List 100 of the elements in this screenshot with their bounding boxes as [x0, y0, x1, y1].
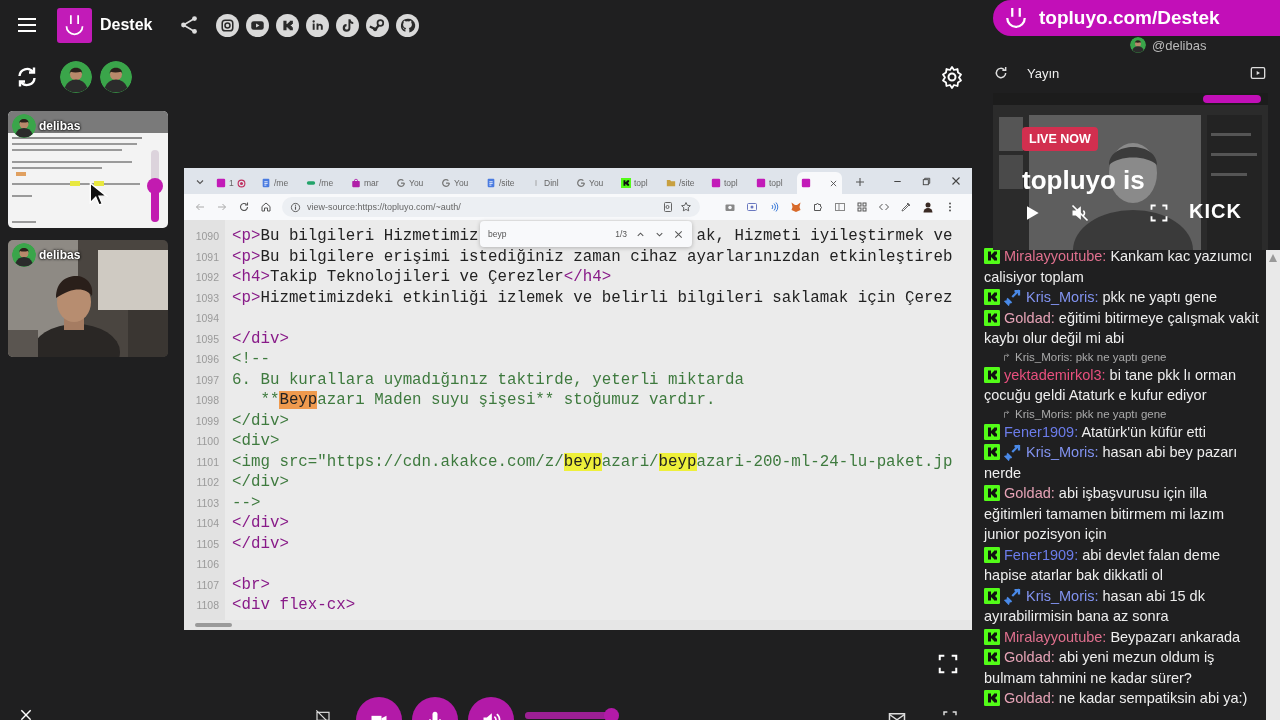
panel-title: Yayın — [1027, 65, 1061, 81]
code-line: <p>Hizmetimizdeki etkinliği izlemek ve belirli bilgileri saklamak için Çerez — [232, 288, 953, 307]
chat-message: Goldad: abi yeni mezun oldum iş bulmam tahmini ne kadar sürer? — [984, 648, 1216, 688]
mute-icon[interactable] — [1070, 203, 1090, 223]
browser-tab[interactable]: /me — [302, 172, 347, 194]
settings-icon[interactable] — [940, 65, 964, 89]
line-number: 1100 — [195, 435, 220, 448]
browser-tab[interactable]: Dinl — [527, 172, 572, 194]
browser-tab[interactable]: topl — [707, 172, 752, 194]
kick-badge-icon — [984, 587, 1000, 604]
youtube-icon[interactable] — [246, 13, 270, 37]
code-line: <p>Bu bilgileri Hizmetimiz — [232, 227, 479, 246]
code-line: ak, Hizmeti iyileştirmek ve — [696, 227, 953, 246]
browser-tab[interactable] — [797, 172, 842, 194]
code-line: <br> — [232, 575, 270, 594]
logo-icon[interactable] — [57, 7, 92, 43]
close-icon[interactable] — [950, 175, 962, 187]
code-line: <p>Bu bilgilere erişimi istediğiniz zaman cihaz ayarlarınızdan etkinleştireb — [232, 247, 953, 266]
code-line: **Beypazarı Maden suyu şişesi** stoğumuz vardır. — [259, 391, 716, 410]
browser-tab[interactable]: mar — [347, 172, 392, 194]
favicon-icon — [486, 178, 496, 188]
code-line: <div> — [232, 432, 280, 451]
pen-icon[interactable] — [900, 201, 912, 213]
browser-tab[interactable]: /me — [257, 172, 302, 194]
line-number: 1107 — [195, 578, 220, 591]
line-number: 1101 — [195, 455, 220, 468]
tab-close-icon[interactable] — [829, 178, 838, 188]
favicon-icon — [666, 178, 676, 188]
live-badge: LIVE NOW — [1022, 127, 1098, 151]
favicon-icon — [306, 178, 316, 188]
favicon-icon — [216, 178, 226, 188]
link-text: topluyo.com/Destek — [1039, 7, 1220, 29]
browser-tab[interactable]: 1 — [212, 172, 257, 194]
favicon-icon — [441, 178, 451, 188]
code-line: <div flex-cx> — [232, 596, 356, 615]
line-number: 1105 — [195, 537, 220, 550]
favicon-icon — [756, 178, 766, 188]
address-bar[interactable]: view-source:https://topluyo.com/~auth/ — [282, 197, 700, 217]
tiktok-icon[interactable] — [336, 13, 360, 37]
screen-play-icon[interactable] — [1250, 65, 1266, 81]
code-line: <img src="https://cdn.akakce.com/z/beypazari/beypazari-200-ml-24-lu-paket.jp — [232, 452, 953, 471]
code-line: </div> — [232, 329, 289, 348]
browser-tab[interactable]: You — [392, 172, 437, 194]
home-icon[interactable] — [260, 201, 272, 213]
browser-tab[interactable]: You — [437, 172, 482, 194]
kick-badge-icon — [984, 423, 1000, 440]
search-field[interactable]: beyp — [488, 229, 608, 239]
kick-badge-icon — [984, 690, 1000, 706]
browser-tab[interactable]: /site — [482, 172, 527, 194]
line-number: 1091 — [194, 250, 220, 263]
fullscreen-icon[interactable] — [937, 652, 959, 675]
slider-thumb[interactable] — [604, 708, 620, 720]
screen-record-icon[interactable] — [746, 201, 758, 213]
chat-message: yektademirkol3: bi tane pkk lı orman çocuğu geldi Ataturk e kufur ediyor — [984, 365, 1238, 405]
code-line: </div> — [232, 534, 289, 553]
chat-message: Kris_Moris: pkk ne yaptı gene — [984, 287, 1262, 308]
line-number: 1095 — [194, 332, 220, 345]
close-icon[interactable] — [18, 707, 34, 720]
refresh-icon[interactable] — [993, 65, 1009, 81]
browser-tab[interactable]: topl — [617, 172, 662, 194]
line-number: 1094 — [194, 312, 220, 325]
participant-name: delibas — [39, 119, 81, 133]
github-icon[interactable] — [396, 13, 420, 37]
page-icon[interactable] — [662, 201, 674, 213]
record-icon — [236, 178, 246, 188]
app-title: Destek — [100, 16, 153, 34]
kick-badge-icon — [984, 309, 1000, 326]
refresh-icon[interactable] — [15, 65, 39, 89]
browser-tab[interactable]: /site — [662, 172, 707, 194]
new-tab-icon[interactable] — [854, 176, 866, 188]
steam-icon[interactable] — [366, 13, 390, 37]
line-number: 1098 — [194, 394, 220, 407]
line-number: 1092 — [194, 271, 220, 284]
restore-icon[interactable] — [921, 176, 932, 187]
line-number: 1103 — [195, 496, 220, 509]
close-icon[interactable] — [673, 228, 684, 240]
linkedin-icon[interactable] — [306, 13, 330, 37]
user-avatar — [60, 61, 92, 93]
star-icon[interactable] — [680, 201, 692, 213]
scrollbar-thumb[interactable] — [195, 623, 232, 627]
line-number: 1108 — [195, 599, 220, 612]
puzzle-icon[interactable] — [812, 201, 824, 213]
browser-tab[interactable]: topl — [752, 172, 797, 194]
fox-icon[interactable] — [790, 201, 802, 213]
sidebar-icon[interactable] — [834, 201, 846, 213]
info-icon[interactable] — [290, 201, 301, 213]
kick-badge-icon — [984, 485, 1000, 501]
instagram-icon[interactable] — [216, 13, 240, 37]
code-line: <!-- — [232, 350, 270, 369]
match-count: 1/3 — [615, 229, 627, 239]
chat-message: Miralayyoutube: Beypazarı ankarada — [984, 626, 1262, 647]
profile-icon[interactable] — [922, 201, 934, 213]
grid-icon[interactable] — [856, 201, 868, 213]
kick-icon[interactable] — [276, 13, 300, 37]
browser-tab[interactable]: You — [572, 172, 617, 194]
code-line: </div> — [232, 514, 289, 533]
reload-icon[interactable] — [238, 201, 250, 213]
favicon-icon — [576, 178, 586, 188]
favicon-icon — [261, 178, 271, 188]
line-number: 1106 — [195, 558, 220, 571]
